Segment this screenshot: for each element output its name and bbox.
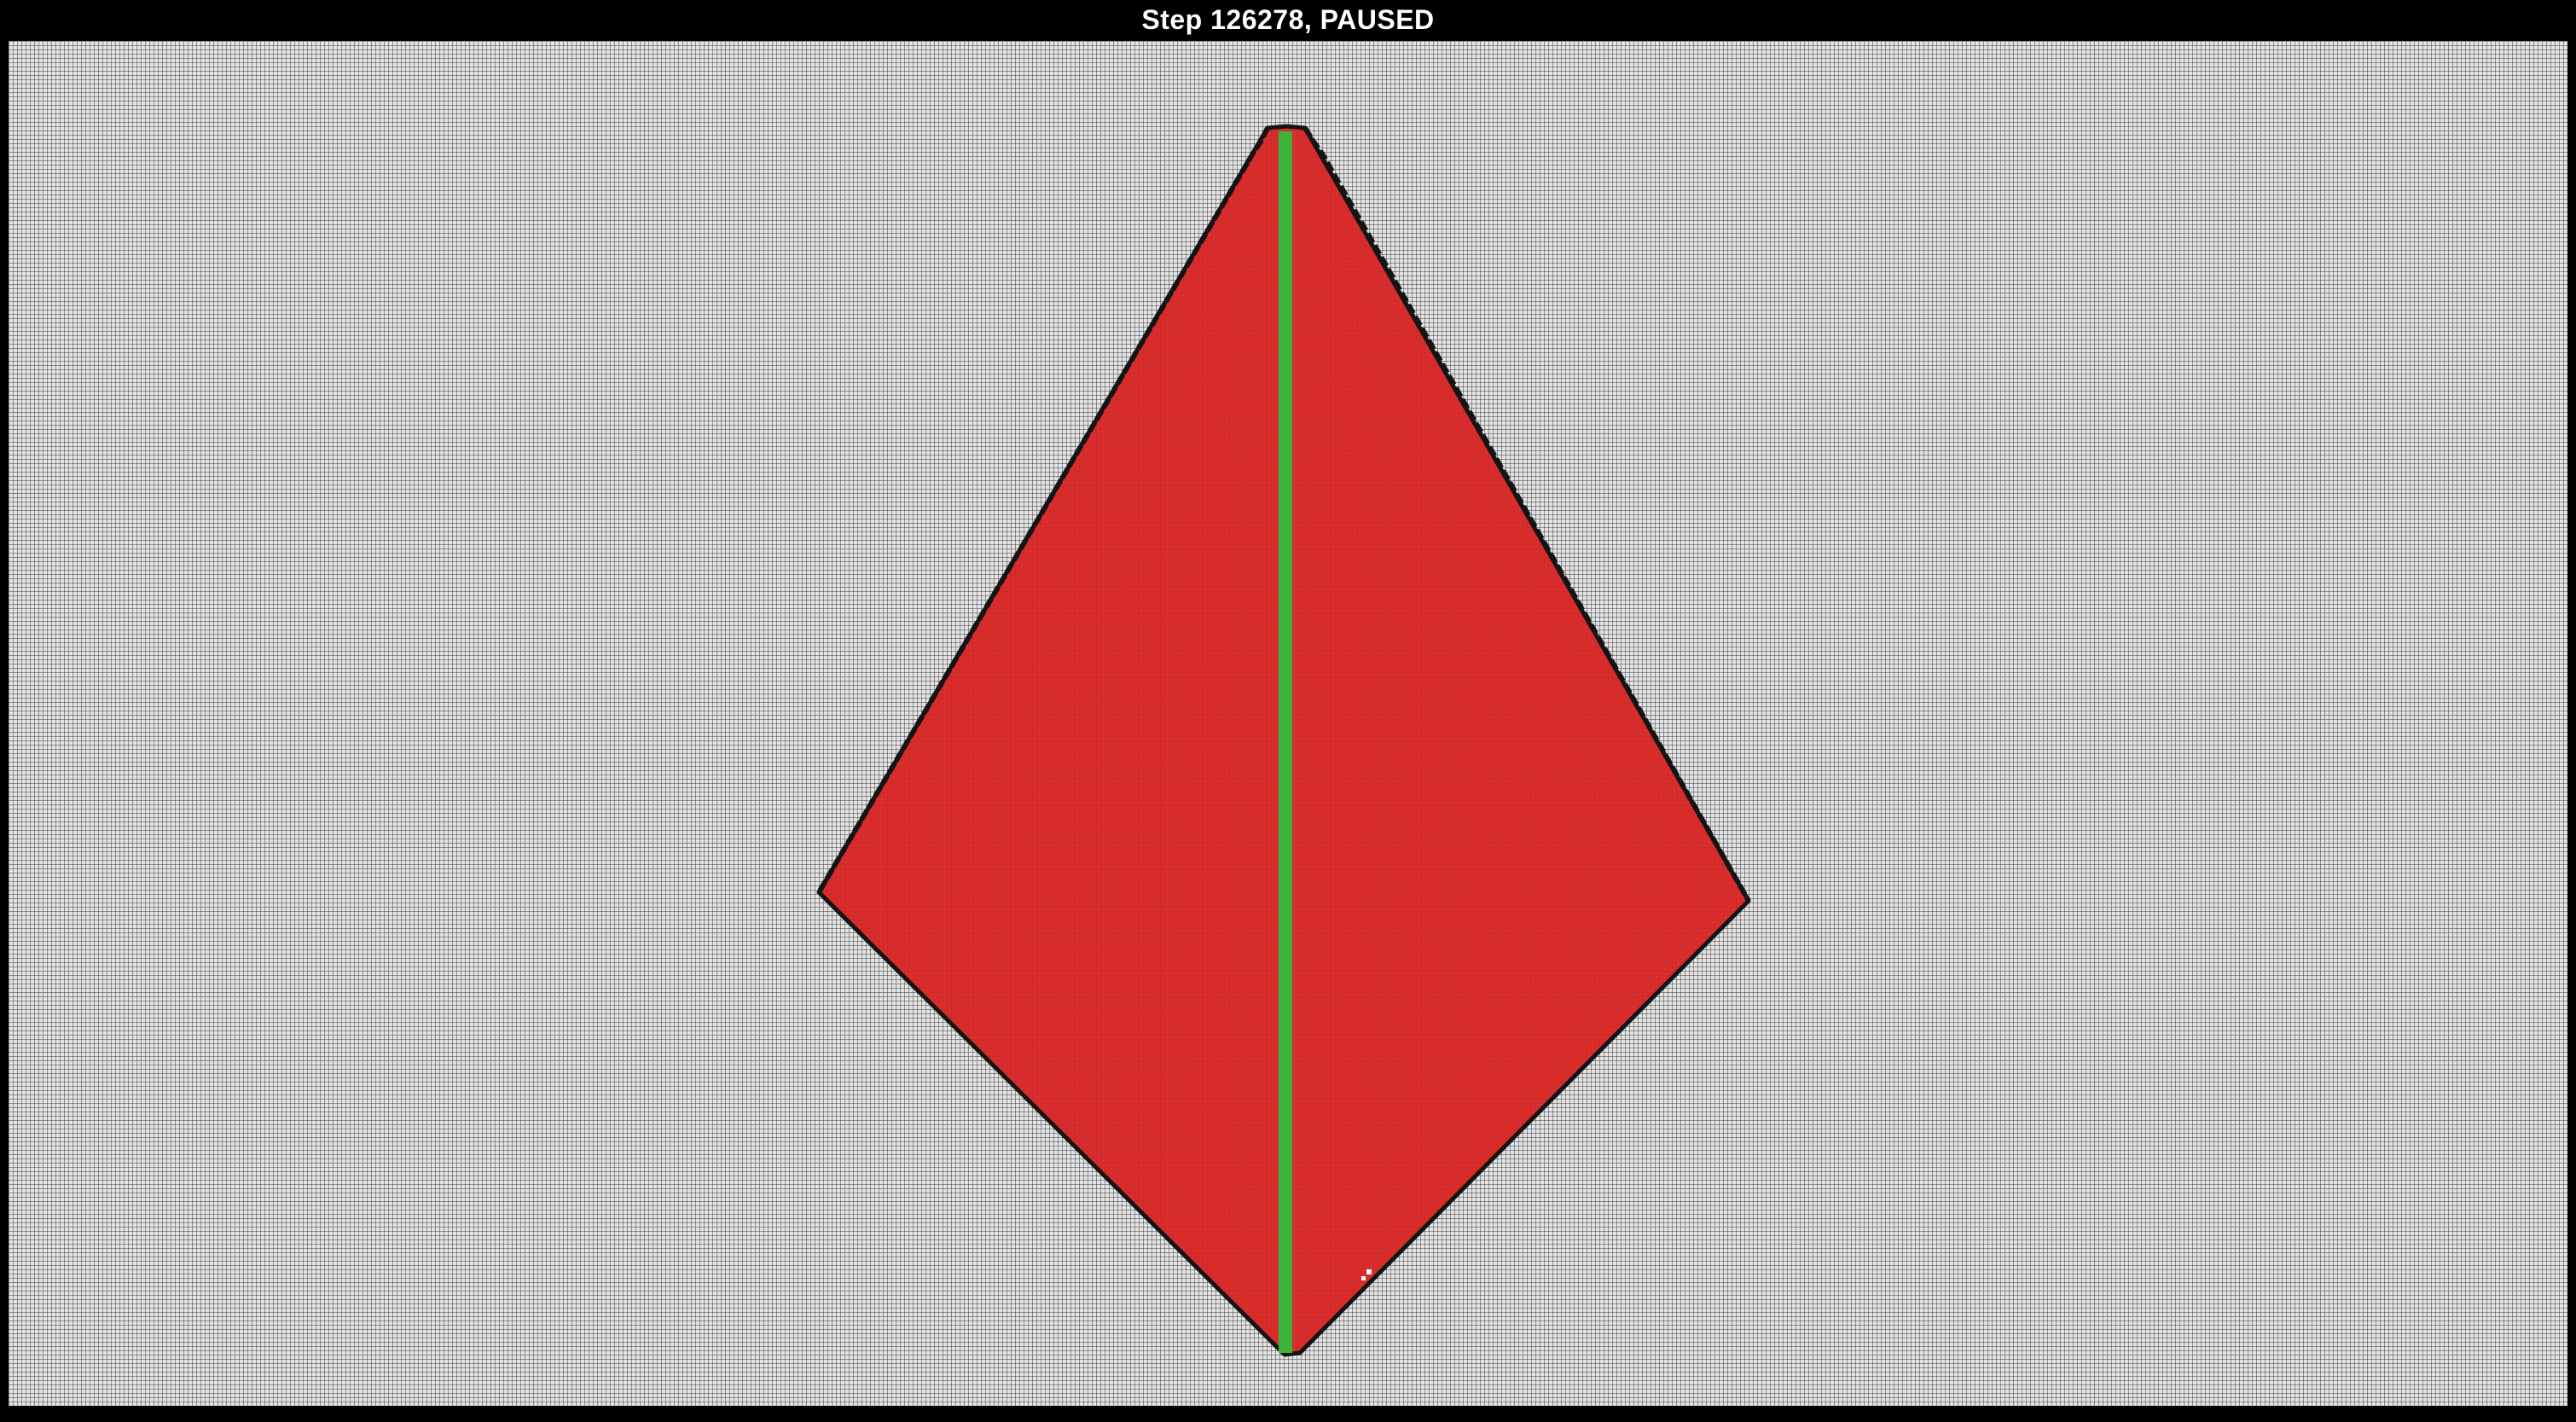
white-cell-artifact	[1366, 1269, 1372, 1274]
title-bar: Step 126278, PAUSED	[0, 0, 2576, 39]
simulation-window: Step 126278, PAUSED	[0, 0, 2576, 1422]
simulation-grid[interactable]	[9, 41, 2567, 1406]
white-cell-artifact	[1361, 1276, 1366, 1280]
simulation-canvas	[816, 124, 1751, 1357]
status-text: Step 126278, PAUSED	[1141, 4, 1435, 35]
green-stem	[1279, 131, 1292, 1353]
